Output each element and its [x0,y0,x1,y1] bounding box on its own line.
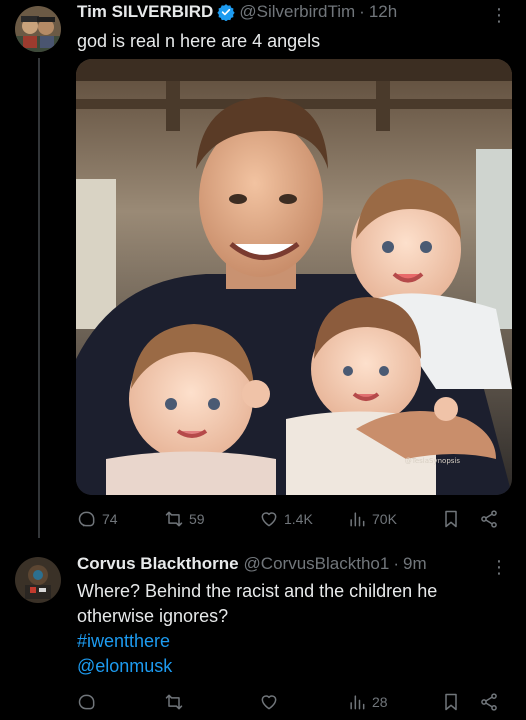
tweet-header: Tim SILVERBIRD @SilverbirdTim · 12h [77,2,397,22]
reply-count: 74 [102,511,118,527]
like-button[interactable] [259,692,284,712]
retweet-icon [165,511,183,527]
author-avatar[interactable] [15,557,61,603]
retweet-button[interactable] [164,692,189,712]
author-handle[interactable]: @CorvusBlacktho1 [244,554,390,574]
bookmark-icon [445,693,457,711]
more-icon[interactable]: ⋮ [490,558,508,576]
share-icon [481,693,497,711]
bookmark-button[interactable] [441,509,461,529]
like-icon [261,512,277,527]
like-count: 1.4K [284,511,313,527]
retweet-count: 59 [189,511,205,527]
views-icon [350,512,365,527]
share-button[interactable] [479,509,499,529]
tweet-action-bar: 74 59 1.4K 70K [77,509,502,533]
views-button[interactable]: 70K [347,509,397,529]
tweet-timestamp[interactable]: 12h [369,2,397,22]
more-icon[interactable]: ⋮ [490,6,508,24]
header-separator: · [359,2,365,21]
tweet-text: Where? Behind the racist and the childre… [77,581,438,626]
tweet-action-bar: 28 [77,692,502,716]
reply-button[interactable] [77,692,102,712]
bookmark-button[interactable] [441,692,461,712]
thread-connector-line [38,58,40,538]
views-count: 28 [372,694,388,710]
share-button[interactable] [479,692,499,712]
tweet-image[interactable]: @TeslaSynopsis [76,59,512,495]
reply-icon [78,694,95,710]
share-icon [481,510,497,528]
like-button[interactable]: 1.4K [259,509,313,529]
views-button[interactable]: 28 [347,692,388,712]
author-avatar[interactable] [15,6,61,52]
like-icon [261,695,277,710]
author-name[interactable]: Tim SILVERBIRD [77,2,213,22]
views-count: 70K [372,511,397,527]
tweet-timestamp[interactable]: 9m [403,554,427,574]
tweet-text: god is real n here are 4 angels [77,31,321,51]
tweet-header: Corvus Blackthorne @CorvusBlacktho1 · 9m [77,554,427,574]
header-separator: · [393,554,399,573]
verified-badge-icon [217,3,235,22]
retweet-icon [165,694,183,710]
author-name[interactable]: Corvus Blackthorne [77,554,239,574]
retweet-button[interactable]: 59 [164,509,205,529]
author-handle[interactable]: @SilverbirdTim [239,2,355,22]
reply-button[interactable]: 74 [77,509,118,529]
bookmark-icon [445,510,457,528]
mention-link[interactable]: @elonmusk [77,654,172,679]
hashtag-link[interactable]: #iwentthere [77,629,170,654]
reply-icon [78,511,95,527]
views-icon [350,695,365,710]
image-watermark: @TeslaSynopsis [404,457,460,465]
